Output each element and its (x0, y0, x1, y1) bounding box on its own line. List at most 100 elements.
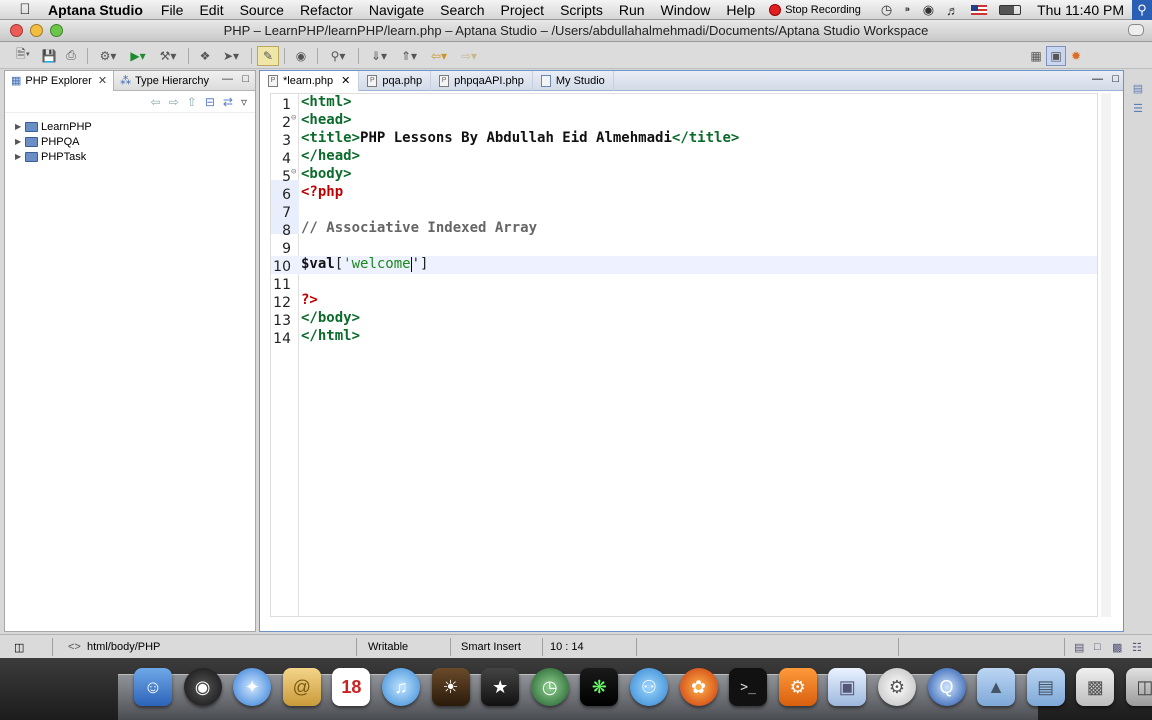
code-line[interactable]: 4 </head> (271, 148, 1097, 167)
menu-refactor[interactable]: Refactor (300, 2, 353, 18)
spotlight-icon[interactable]: ⚲ (1132, 0, 1152, 20)
minimize-editor-icon[interactable]: — (1092, 73, 1103, 85)
tree-item-learnphp[interactable]: ▶ LearnPHP (15, 119, 255, 134)
code-line[interactable]: 9 (271, 238, 1097, 257)
console-icon[interactable]: ▩ (1112, 641, 1122, 654)
tree-item-phptask[interactable]: ▶ PHPTask (15, 149, 255, 164)
code-line[interactable]: 8 // Associative Indexed Array (271, 220, 1097, 239)
tree-item-phpqa[interactable]: ▶ PHPQA (15, 134, 255, 149)
minimize-panel-icon[interactable]: — (222, 73, 233, 85)
code-line[interactable]: 1 <html> (271, 94, 1097, 113)
tab-pqa-php[interactable]: P pqa.php (359, 70, 432, 91)
tab-my-studio[interactable]: My Studio (533, 70, 614, 91)
open-perspective-icon[interactable]: ▦ (1026, 46, 1046, 66)
back-icon[interactable]: ⇦ (151, 95, 161, 109)
code-line[interactable]: 3 <title>PHP Lessons By Abdullah Eid Alm… (271, 130, 1097, 149)
expand-arrow-icon[interactable]: ▶ (15, 122, 25, 131)
flag-icon[interactable] (971, 5, 988, 15)
finder-icon[interactable]: ☺ (134, 668, 172, 706)
time-machine-icon[interactable]: ◷ (530, 668, 569, 706)
tab-learn-php[interactable]: P *learn.php ✕ (260, 70, 360, 91)
menu-scripts[interactable]: Scripts (560, 2, 603, 18)
wifi-icon[interactable]: ◉ (923, 2, 934, 18)
back-icon[interactable]: ⇦▾ (424, 46, 454, 66)
new-file-icon[interactable]: 🗎▾ (8, 46, 38, 66)
tab-phpqaapi-php[interactable]: P phpqaAPI.php (431, 70, 533, 91)
quicktime-icon[interactable]: Q (927, 668, 966, 706)
run-icon[interactable]: ▶▾ (123, 46, 153, 66)
debug-icon[interactable]: ⚙▾ (93, 46, 123, 66)
aptana-icon[interactable]: ⚙ (778, 668, 817, 706)
collapse-all-icon[interactable]: ⊟ (205, 95, 215, 109)
ichat-icon[interactable]: ⚇ (629, 668, 668, 706)
outline-view-icon[interactable]: ☰ (1128, 102, 1148, 122)
code-line[interactable]: 14 </html> (271, 328, 1097, 347)
menu-help[interactable]: Help (726, 2, 755, 18)
forward-icon[interactable]: ⇨▾ (454, 46, 484, 66)
mail-icon[interactable]: @ (282, 668, 321, 706)
search-icon[interactable]: ⚲▾ (323, 46, 353, 66)
menu-search[interactable]: Search (440, 2, 484, 18)
toggle-mark-occurrences-icon[interactable]: ✎ (257, 45, 279, 66)
php-perspective-icon[interactable]: ▣ (1046, 46, 1066, 66)
documents-folder-icon[interactable]: ▤ (1026, 668, 1065, 706)
browser-icon[interactable]: ◉ (290, 46, 312, 66)
close-icon[interactable]: ✕ (98, 74, 107, 87)
menu-edit[interactable]: Edit (199, 2, 223, 18)
menu-source[interactable]: Source (240, 2, 284, 18)
fold-icon[interactable]: ⊖ (291, 167, 296, 177)
menu-clock[interactable]: Thu 11:40 PM (1037, 2, 1124, 18)
dashboard-icon[interactable]: ◉ (183, 668, 222, 706)
save-icon[interactable]: 💾 (38, 46, 60, 66)
menu-window[interactable]: Window (661, 2, 711, 18)
toolbar-toggle-button[interactable] (1128, 24, 1144, 36)
time-machine-icon[interactable]: ◷ (881, 2, 892, 18)
apple-icon[interactable]:  (14, 1, 36, 18)
link-with-editor-icon[interactable]: ⇄ (223, 95, 233, 109)
safari-icon[interactable]: ✦ (233, 668, 272, 706)
code-line[interactable]: 13 </body> (271, 310, 1097, 329)
stop-recording-button[interactable]: Stop Recording (769, 4, 861, 16)
applications-folder-icon[interactable]: ▲ (977, 668, 1016, 706)
volume-icon[interactable]: ♬ (946, 3, 959, 18)
code-line[interactable]: 12 ?> (271, 292, 1097, 311)
overview-ruler[interactable] (1101, 93, 1111, 617)
code-line[interactable]: 11 (271, 274, 1097, 293)
expand-arrow-icon[interactable]: ▶ (15, 137, 25, 146)
deploy-icon[interactable]: ➤▾ (216, 46, 246, 66)
maximize-panel-icon[interactable]: □ (242, 73, 249, 85)
forward-icon[interactable]: ⇨ (169, 95, 179, 109)
previous-annotation-icon[interactable]: ⇑▾ (394, 46, 424, 66)
firefox-icon[interactable]: ✿ (679, 668, 718, 706)
fast-view-icon[interactable]: ◫ (14, 641, 24, 654)
current-code-line[interactable]: 10 $val['welcome'] (271, 256, 1097, 275)
menu-file[interactable]: File (161, 2, 184, 18)
maximize-icon[interactable]: □ (1094, 641, 1101, 653)
tab-type-hierarchy[interactable]: ⁂ Type Hierarchy (114, 71, 215, 91)
tab-php-explorer[interactable]: ▦ PHP Explorer ✕ (5, 70, 115, 91)
open-type-icon[interactable]: ❖ (194, 46, 216, 66)
next-annotation-icon[interactable]: ⇓▾ (364, 46, 394, 66)
restore-icon[interactable]: ▤ (1128, 82, 1148, 102)
up-icon[interactable]: ⇧ (187, 95, 197, 109)
code-line[interactable]: 7 (271, 202, 1097, 221)
virtualbox-icon[interactable]: ▣ (828, 668, 867, 706)
external-tools-icon[interactable]: ⚒▾ (153, 46, 183, 66)
itunes-icon[interactable]: ♫ (381, 668, 420, 706)
app-menu[interactable]: Aptana Studio (48, 2, 143, 18)
code-line[interactable]: 5 ⊖ <body> (271, 166, 1097, 185)
view-menu-icon[interactable]: ▿ (241, 95, 247, 109)
trash-icon[interactable]: ◫ (1125, 668, 1152, 706)
close-icon[interactable]: ✕ (341, 74, 350, 87)
menu-project[interactable]: Project (500, 2, 544, 18)
battery-icon[interactable] (999, 5, 1022, 15)
downloads-stack-icon[interactable]: ▩ (1076, 668, 1115, 706)
debug-perspective-icon[interactable]: ✹ (1066, 46, 1086, 66)
menu-navigate[interactable]: Navigate (369, 2, 424, 18)
restore-icon[interactable]: ▤ (1074, 641, 1084, 654)
expand-arrow-icon[interactable]: ▶ (15, 152, 25, 161)
imovie-icon[interactable]: ★ (481, 668, 520, 706)
bluetooth-icon[interactable]: ⁍ (904, 2, 911, 18)
code-line[interactable]: 6 <?php (271, 184, 1097, 203)
ical-icon[interactable]: 18 (332, 668, 371, 706)
